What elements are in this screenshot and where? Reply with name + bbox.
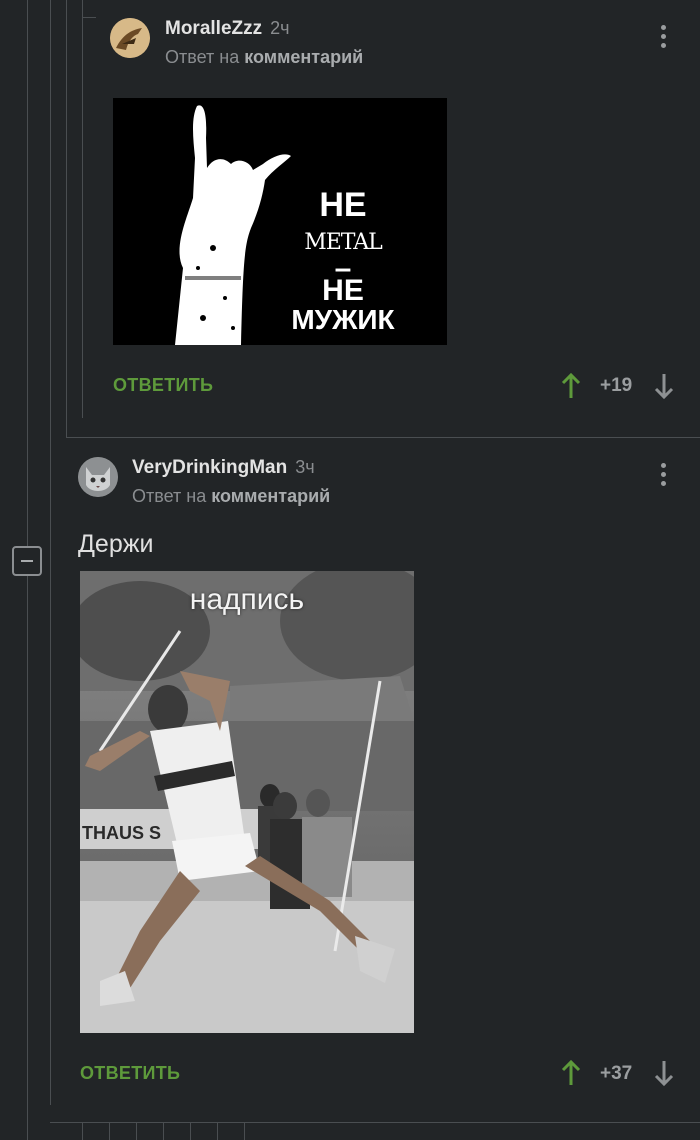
reply-prefix: Ответ на: [165, 47, 240, 67]
thread-line: [82, 0, 83, 418]
arrow-down-icon[interactable]: [653, 1059, 675, 1087]
comment-text: Держи: [78, 530, 154, 558]
thread-connector: [50, 1122, 700, 1123]
thread-connector: [66, 437, 700, 438]
arrow-down-icon[interactable]: [653, 372, 675, 400]
image-text-line: НЕ: [322, 274, 364, 307]
rating: +37: [600, 1063, 633, 1084]
thread-tick: [190, 1122, 191, 1140]
avatar[interactable]: [78, 457, 118, 497]
arrow-up-icon[interactable]: [560, 372, 582, 400]
reply-target-link[interactable]: комментарий: [244, 47, 363, 67]
reply-note: Ответ на комментарий: [165, 47, 363, 68]
image-text-line: МУЖИК: [291, 304, 395, 335]
photo-graphic: [80, 571, 414, 1033]
comment-image[interactable]: надпись THAUS S: [80, 571, 414, 1033]
thread-line: [50, 0, 51, 1105]
thread-tick: [136, 1122, 137, 1140]
timestamp: 3ч: [295, 457, 315, 477]
image-sign-text: THAUS S: [82, 823, 162, 843]
reply-prefix: Ответ на: [132, 486, 207, 506]
thread-tick: [244, 1122, 245, 1140]
rating: +19: [600, 375, 633, 396]
image-caption: надпись: [189, 583, 305, 616]
reply-button[interactable]: ОТВЕТИТЬ: [80, 1063, 180, 1084]
username[interactable]: VeryDrinkingMan: [132, 457, 287, 478]
comment-header: MoralleZzz 2ч: [165, 18, 290, 40]
username[interactable]: MoralleZzz: [165, 18, 262, 39]
thread-line: [66, 0, 67, 437]
thread-tick: [82, 1122, 83, 1140]
thread-tick: [163, 1122, 164, 1140]
collapse-minus-icon[interactable]: [12, 546, 42, 576]
timestamp: 2ч: [270, 18, 290, 38]
reply-target-link[interactable]: комментарий: [211, 486, 330, 506]
thread-tick: [109, 1122, 110, 1140]
thread-tick: [217, 1122, 218, 1140]
comment-image[interactable]: НЕ METAL – НЕ МУЖИК: [113, 98, 447, 345]
kebab-menu-icon[interactable]: [661, 463, 667, 490]
reply-button[interactable]: ОТВЕТИТЬ: [113, 375, 213, 396]
reply-note: Ответ на комментарий: [132, 486, 330, 507]
avatar[interactable]: [110, 18, 150, 58]
kebab-menu-icon[interactable]: [661, 25, 667, 52]
thread-connector: [82, 17, 96, 18]
comment-header: VeryDrinkingMan 3ч: [132, 457, 315, 479]
arrow-up-icon[interactable]: [560, 1059, 582, 1087]
image-text-line: НЕ: [319, 186, 367, 224]
